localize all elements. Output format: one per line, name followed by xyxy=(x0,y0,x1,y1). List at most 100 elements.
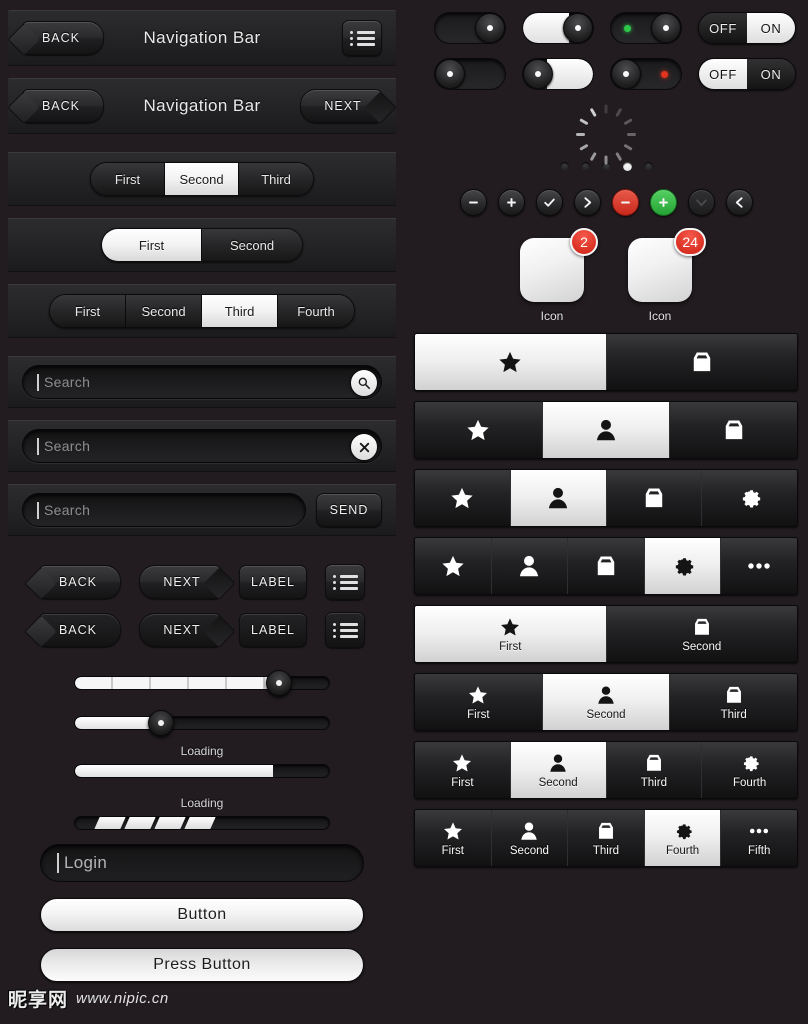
slider-plain[interactable] xyxy=(74,710,330,736)
onoff-switch-on[interactable]: OFF ON xyxy=(698,12,796,44)
badge-icon-1[interactable]: 2 Icon xyxy=(520,228,598,323)
toggle-knob[interactable] xyxy=(435,59,465,89)
segment2-second[interactable]: Second xyxy=(202,229,302,261)
search-input-3[interactable]: Search xyxy=(22,493,306,527)
tab-fourth[interactable]: Fourth xyxy=(644,810,722,866)
segment-first[interactable]: First xyxy=(91,163,165,195)
tab-first[interactable]: First xyxy=(415,674,543,730)
segment4-third[interactable]: Third xyxy=(202,295,278,327)
tab-fifth[interactable]: Fifth xyxy=(721,810,797,866)
slider-segmented[interactable] xyxy=(74,670,330,696)
search-icon-button[interactable] xyxy=(350,369,378,397)
tab-second[interactable]: Second xyxy=(491,810,569,866)
tab-inbox[interactable] xyxy=(606,334,797,390)
tab-person[interactable] xyxy=(491,538,569,594)
row1-list-button[interactable] xyxy=(325,564,365,600)
row2-label-button[interactable]: LABEL xyxy=(239,613,307,647)
toggle-dark-on[interactable] xyxy=(434,12,506,44)
tab-star[interactable] xyxy=(415,470,511,526)
tab-star[interactable] xyxy=(415,334,607,390)
send-button[interactable]: SEND xyxy=(316,493,382,527)
nav1-menu-button[interactable] xyxy=(342,20,382,56)
nav1-back-button[interactable]: BACK xyxy=(22,21,104,55)
tab-inbox[interactable] xyxy=(606,470,703,526)
row2-list-button[interactable] xyxy=(325,612,365,648)
tab-inbox[interactable] xyxy=(670,402,797,458)
onoff-on-label-2[interactable]: ON xyxy=(747,59,795,89)
row2-next-button[interactable]: NEXT xyxy=(139,613,221,647)
tab-star[interactable] xyxy=(415,538,492,594)
collapse-button[interactable] xyxy=(687,189,715,216)
page-dot[interactable] xyxy=(643,162,653,171)
tab-person[interactable] xyxy=(542,402,671,458)
minus-button[interactable] xyxy=(459,189,487,216)
login-input[interactable]: Login xyxy=(40,844,364,882)
segmented-control-3[interactable]: First Second Third xyxy=(90,162,314,196)
tab-first[interactable]: First xyxy=(415,810,492,866)
tab-first[interactable]: First xyxy=(415,742,511,798)
segment4-first[interactable]: First xyxy=(50,295,126,327)
page-dot[interactable] xyxy=(580,162,590,171)
row1-label-button[interactable]: LABEL xyxy=(239,565,307,599)
segmented-control-4[interactable]: First Second Third Fourth xyxy=(49,294,355,328)
tab-first[interactable]: First xyxy=(415,606,607,662)
onoff-off-label-1[interactable]: OFF xyxy=(699,13,747,43)
star-icon xyxy=(453,753,472,772)
tab-third[interactable]: Third xyxy=(606,742,703,798)
toggle-dark-off[interactable] xyxy=(434,58,506,90)
add-button[interactable] xyxy=(649,189,677,216)
slider-knob[interactable] xyxy=(265,670,292,696)
clear-button[interactable] xyxy=(350,433,378,461)
plus-button[interactable] xyxy=(497,189,525,216)
tab-gear[interactable] xyxy=(644,538,722,594)
toggle-knob[interactable] xyxy=(611,59,641,89)
toggle-knob[interactable] xyxy=(651,13,681,43)
prev-circle-button[interactable] xyxy=(725,189,753,216)
badge-icon-2[interactable]: 24 Icon xyxy=(628,228,706,323)
pressed-button[interactable]: Press Button xyxy=(40,948,364,982)
next-circle-button[interactable] xyxy=(573,189,601,216)
row1-back-button[interactable]: BACK xyxy=(39,565,121,599)
tab-third[interactable]: Third xyxy=(568,810,645,866)
tab-inbox[interactable] xyxy=(568,538,645,594)
toggle-knob[interactable] xyxy=(475,13,505,43)
search-placeholder-2: Search xyxy=(44,438,91,454)
tab-fourth[interactable]: Fourth xyxy=(702,742,797,798)
onoff-off-label-2[interactable]: OFF xyxy=(699,59,747,89)
confirm-button[interactable] xyxy=(535,189,563,216)
tab-gear[interactable] xyxy=(702,470,797,526)
tab-person[interactable] xyxy=(510,470,607,526)
onoff-switch-off[interactable]: OFF ON xyxy=(698,58,796,90)
delete-button[interactable] xyxy=(611,189,639,216)
segment2-first[interactable]: First xyxy=(102,229,202,261)
tab-ellipsis[interactable] xyxy=(721,538,797,594)
search-input-2[interactable]: Search xyxy=(22,429,382,463)
primary-button[interactable]: Button xyxy=(40,898,364,932)
toggle-light-off[interactable] xyxy=(522,58,594,90)
tab-third[interactable]: Third xyxy=(670,674,797,730)
toggle-knob[interactable] xyxy=(563,13,593,43)
tab-second[interactable]: Second xyxy=(542,674,671,730)
toggle-red-led-off[interactable] xyxy=(610,58,682,90)
row2-back-button[interactable]: BACK xyxy=(39,613,121,647)
tab-second[interactable]: Second xyxy=(606,606,797,662)
tab-second[interactable]: Second xyxy=(510,742,607,798)
segment4-fourth[interactable]: Fourth xyxy=(278,295,354,327)
segment4-second[interactable]: Second xyxy=(126,295,202,327)
tab-star[interactable] xyxy=(415,402,543,458)
segment-second[interactable]: Second xyxy=(165,163,239,195)
spinner-spoke xyxy=(604,155,608,165)
search-input-1[interactable]: Search xyxy=(22,365,382,399)
onoff-on-label-1[interactable]: ON xyxy=(747,13,795,43)
segment-third[interactable]: Third xyxy=(239,163,313,195)
segmented-control-2[interactable]: First Second xyxy=(101,228,303,262)
page-dot[interactable] xyxy=(622,162,632,171)
slider-knob[interactable] xyxy=(148,710,175,736)
toggle-green-led-on[interactable] xyxy=(610,12,682,44)
page-dot[interactable] xyxy=(559,162,569,171)
toggle-knob[interactable] xyxy=(523,59,553,89)
nav2-back-button[interactable]: BACK xyxy=(22,89,104,123)
row1-next-button[interactable]: NEXT xyxy=(139,565,221,599)
nav2-next-button[interactable]: NEXT xyxy=(300,89,382,123)
toggle-light-on[interactable] xyxy=(522,12,594,44)
